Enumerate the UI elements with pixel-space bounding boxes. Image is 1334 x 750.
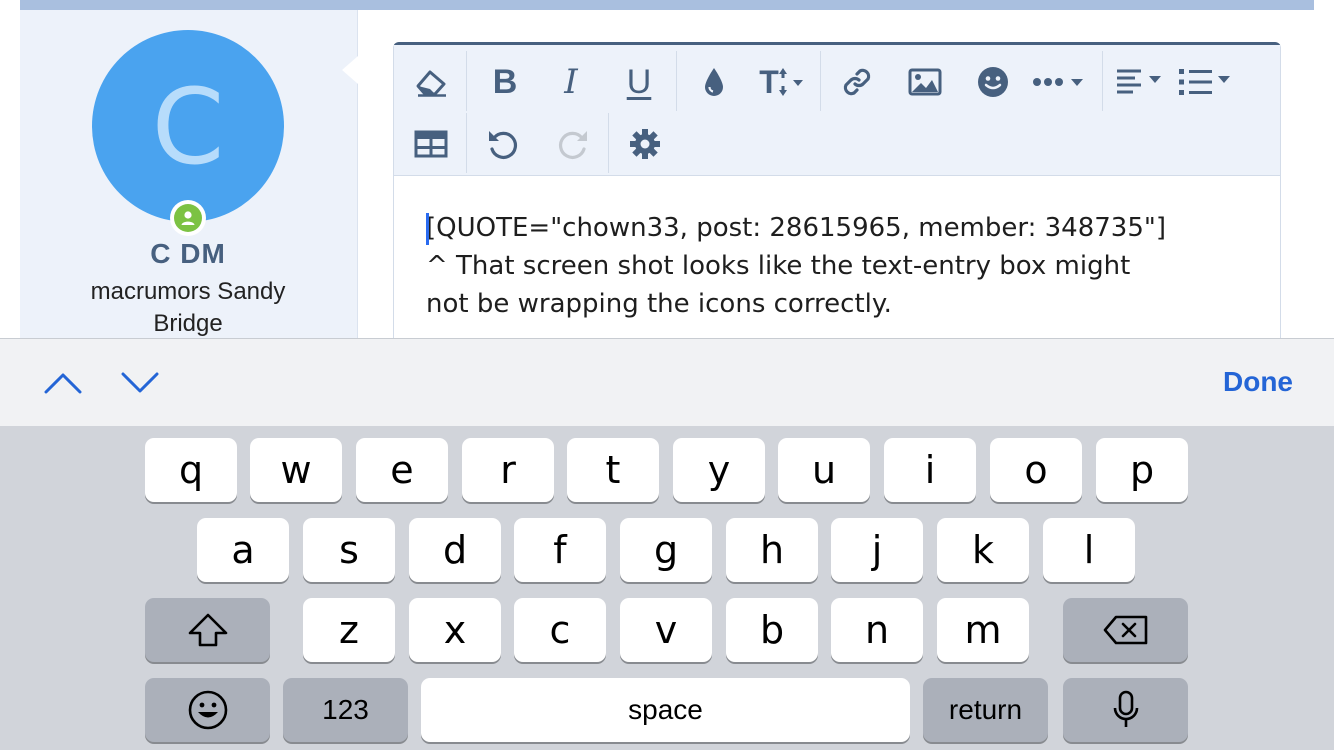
text-line-3: not be wrapping the icons correctly. bbox=[426, 289, 892, 319]
key-s[interactable]: s bbox=[303, 518, 395, 582]
user-title: macrumors Sandy Bridge bbox=[90, 278, 286, 337]
eraser-icon[interactable] bbox=[408, 57, 454, 107]
key-r[interactable]: r bbox=[462, 438, 554, 502]
list-icon[interactable] bbox=[1174, 57, 1236, 107]
space-key[interactable]: space bbox=[421, 678, 910, 742]
color-drop-icon[interactable] bbox=[692, 57, 736, 107]
forum-page: C C DM macrumors Sandy Bridge B I U T [Q… bbox=[0, 0, 1334, 338]
editor-toolbar: B I U T bbox=[394, 45, 1280, 176]
text-size-icon[interactable]: T bbox=[752, 57, 812, 107]
redo-icon bbox=[550, 119, 596, 169]
key-c[interactable]: c bbox=[514, 598, 606, 662]
numbers-key[interactable]: 123 bbox=[283, 678, 408, 742]
key-n[interactable]: n bbox=[831, 598, 923, 662]
shift-key[interactable] bbox=[145, 598, 270, 662]
key-b[interactable]: b bbox=[726, 598, 818, 662]
key-y[interactable]: y bbox=[673, 438, 765, 502]
onscreen-keyboard: q w e r t y u i o p a s d f g h j k l z … bbox=[0, 426, 1334, 750]
previous-field-icon[interactable] bbox=[41, 363, 85, 403]
align-icon[interactable] bbox=[1110, 57, 1170, 107]
table-icon[interactable] bbox=[408, 119, 454, 169]
text-line-1: [QUOTE="chown33, post: 28615965, member:… bbox=[426, 213, 1166, 243]
avatar[interactable]: C bbox=[92, 30, 284, 222]
user-panel: C C DM macrumors Sandy Bridge bbox=[20, 10, 358, 338]
key-t[interactable]: t bbox=[567, 438, 659, 502]
key-u[interactable]: u bbox=[778, 438, 870, 502]
image-icon[interactable] bbox=[902, 57, 948, 107]
link-icon[interactable] bbox=[834, 57, 880, 107]
backspace-key[interactable] bbox=[1063, 598, 1188, 662]
text-line-2: ^ That screen shot looks like the text-e… bbox=[426, 251, 1131, 281]
key-q[interactable]: q bbox=[145, 438, 237, 502]
key-w[interactable]: w bbox=[250, 438, 342, 502]
key-d[interactable]: d bbox=[409, 518, 501, 582]
message-arrow bbox=[342, 56, 358, 84]
key-m[interactable]: m bbox=[937, 598, 1029, 662]
key-h[interactable]: h bbox=[726, 518, 818, 582]
more-icon[interactable] bbox=[1024, 57, 1094, 107]
key-z[interactable]: z bbox=[303, 598, 395, 662]
message-editor: B I U T [QUOTE="chown33, post: 28615965,… bbox=[393, 42, 1281, 338]
key-v[interactable]: v bbox=[620, 598, 712, 662]
smiley-icon[interactable] bbox=[970, 57, 1016, 107]
avatar-letter: C bbox=[151, 66, 225, 188]
key-o[interactable]: o bbox=[990, 438, 1082, 502]
username[interactable]: C DM bbox=[20, 238, 356, 270]
italic-icon[interactable]: I bbox=[548, 57, 594, 107]
key-i[interactable]: i bbox=[884, 438, 976, 502]
key-j[interactable]: j bbox=[831, 518, 923, 582]
key-l[interactable]: l bbox=[1043, 518, 1135, 582]
key-x[interactable]: x bbox=[409, 598, 501, 662]
key-f[interactable]: f bbox=[514, 518, 606, 582]
next-field-icon[interactable] bbox=[118, 363, 162, 403]
bold-icon[interactable]: B bbox=[482, 57, 528, 107]
dictation-key[interactable] bbox=[1063, 678, 1188, 742]
underline-icon[interactable]: U bbox=[616, 57, 662, 107]
key-k[interactable]: k bbox=[937, 518, 1029, 582]
return-key[interactable]: return bbox=[923, 678, 1048, 742]
keyboard-accessory-bar: Done bbox=[0, 338, 1334, 426]
key-g[interactable]: g bbox=[620, 518, 712, 582]
done-button[interactable]: Done bbox=[1223, 366, 1293, 398]
key-e[interactable]: e bbox=[356, 438, 448, 502]
emoji-key[interactable] bbox=[145, 678, 270, 742]
key-a[interactable]: a bbox=[197, 518, 289, 582]
message-text-area[interactable]: [QUOTE="chown33, post: 28615965, member:… bbox=[426, 209, 1256, 323]
text-caret bbox=[426, 213, 429, 245]
top-strip bbox=[20, 0, 1314, 10]
settings-icon[interactable] bbox=[622, 119, 668, 169]
undo-icon[interactable] bbox=[480, 119, 526, 169]
key-p[interactable]: p bbox=[1096, 438, 1188, 502]
online-status-icon bbox=[170, 200, 206, 236]
